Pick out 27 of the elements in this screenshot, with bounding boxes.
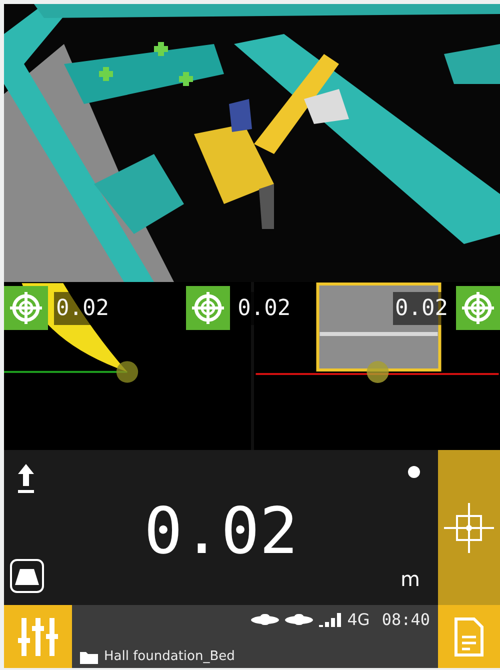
document-icon <box>454 616 484 656</box>
target-icon <box>190 291 225 325</box>
document-button[interactable] <box>438 605 500 668</box>
crosshair-button[interactable] <box>438 450 500 605</box>
crosshair-icon <box>444 502 494 552</box>
upload-arrow-icon <box>18 464 34 494</box>
unit-label: m <box>400 567 420 591</box>
folder-icon <box>80 650 98 664</box>
network-label: 4G <box>347 610 370 629</box>
target-button[interactable] <box>186 286 230 330</box>
clock-time: 08:40 <box>382 610 430 629</box>
signal-icon <box>319 612 342 626</box>
settings-button[interactable] <box>4 605 72 668</box>
position-dot <box>366 361 388 383</box>
target-icon <box>461 291 495 325</box>
target-button[interactable] <box>4 286 48 330</box>
sliders-icon <box>18 618 58 656</box>
target-button[interactable] <box>456 286 500 330</box>
project-name: Hall foundation_Bed <box>104 649 235 664</box>
receiver-icon <box>251 614 280 626</box>
trapezoid-icon <box>15 567 39 585</box>
position-dot <box>116 361 138 383</box>
trapezoid-button[interactable] <box>10 559 44 593</box>
main-reading: 0.02 <box>144 494 298 568</box>
receiver-icon <box>285 614 314 626</box>
dot-icon <box>408 466 420 478</box>
target-icon <box>9 291 43 325</box>
